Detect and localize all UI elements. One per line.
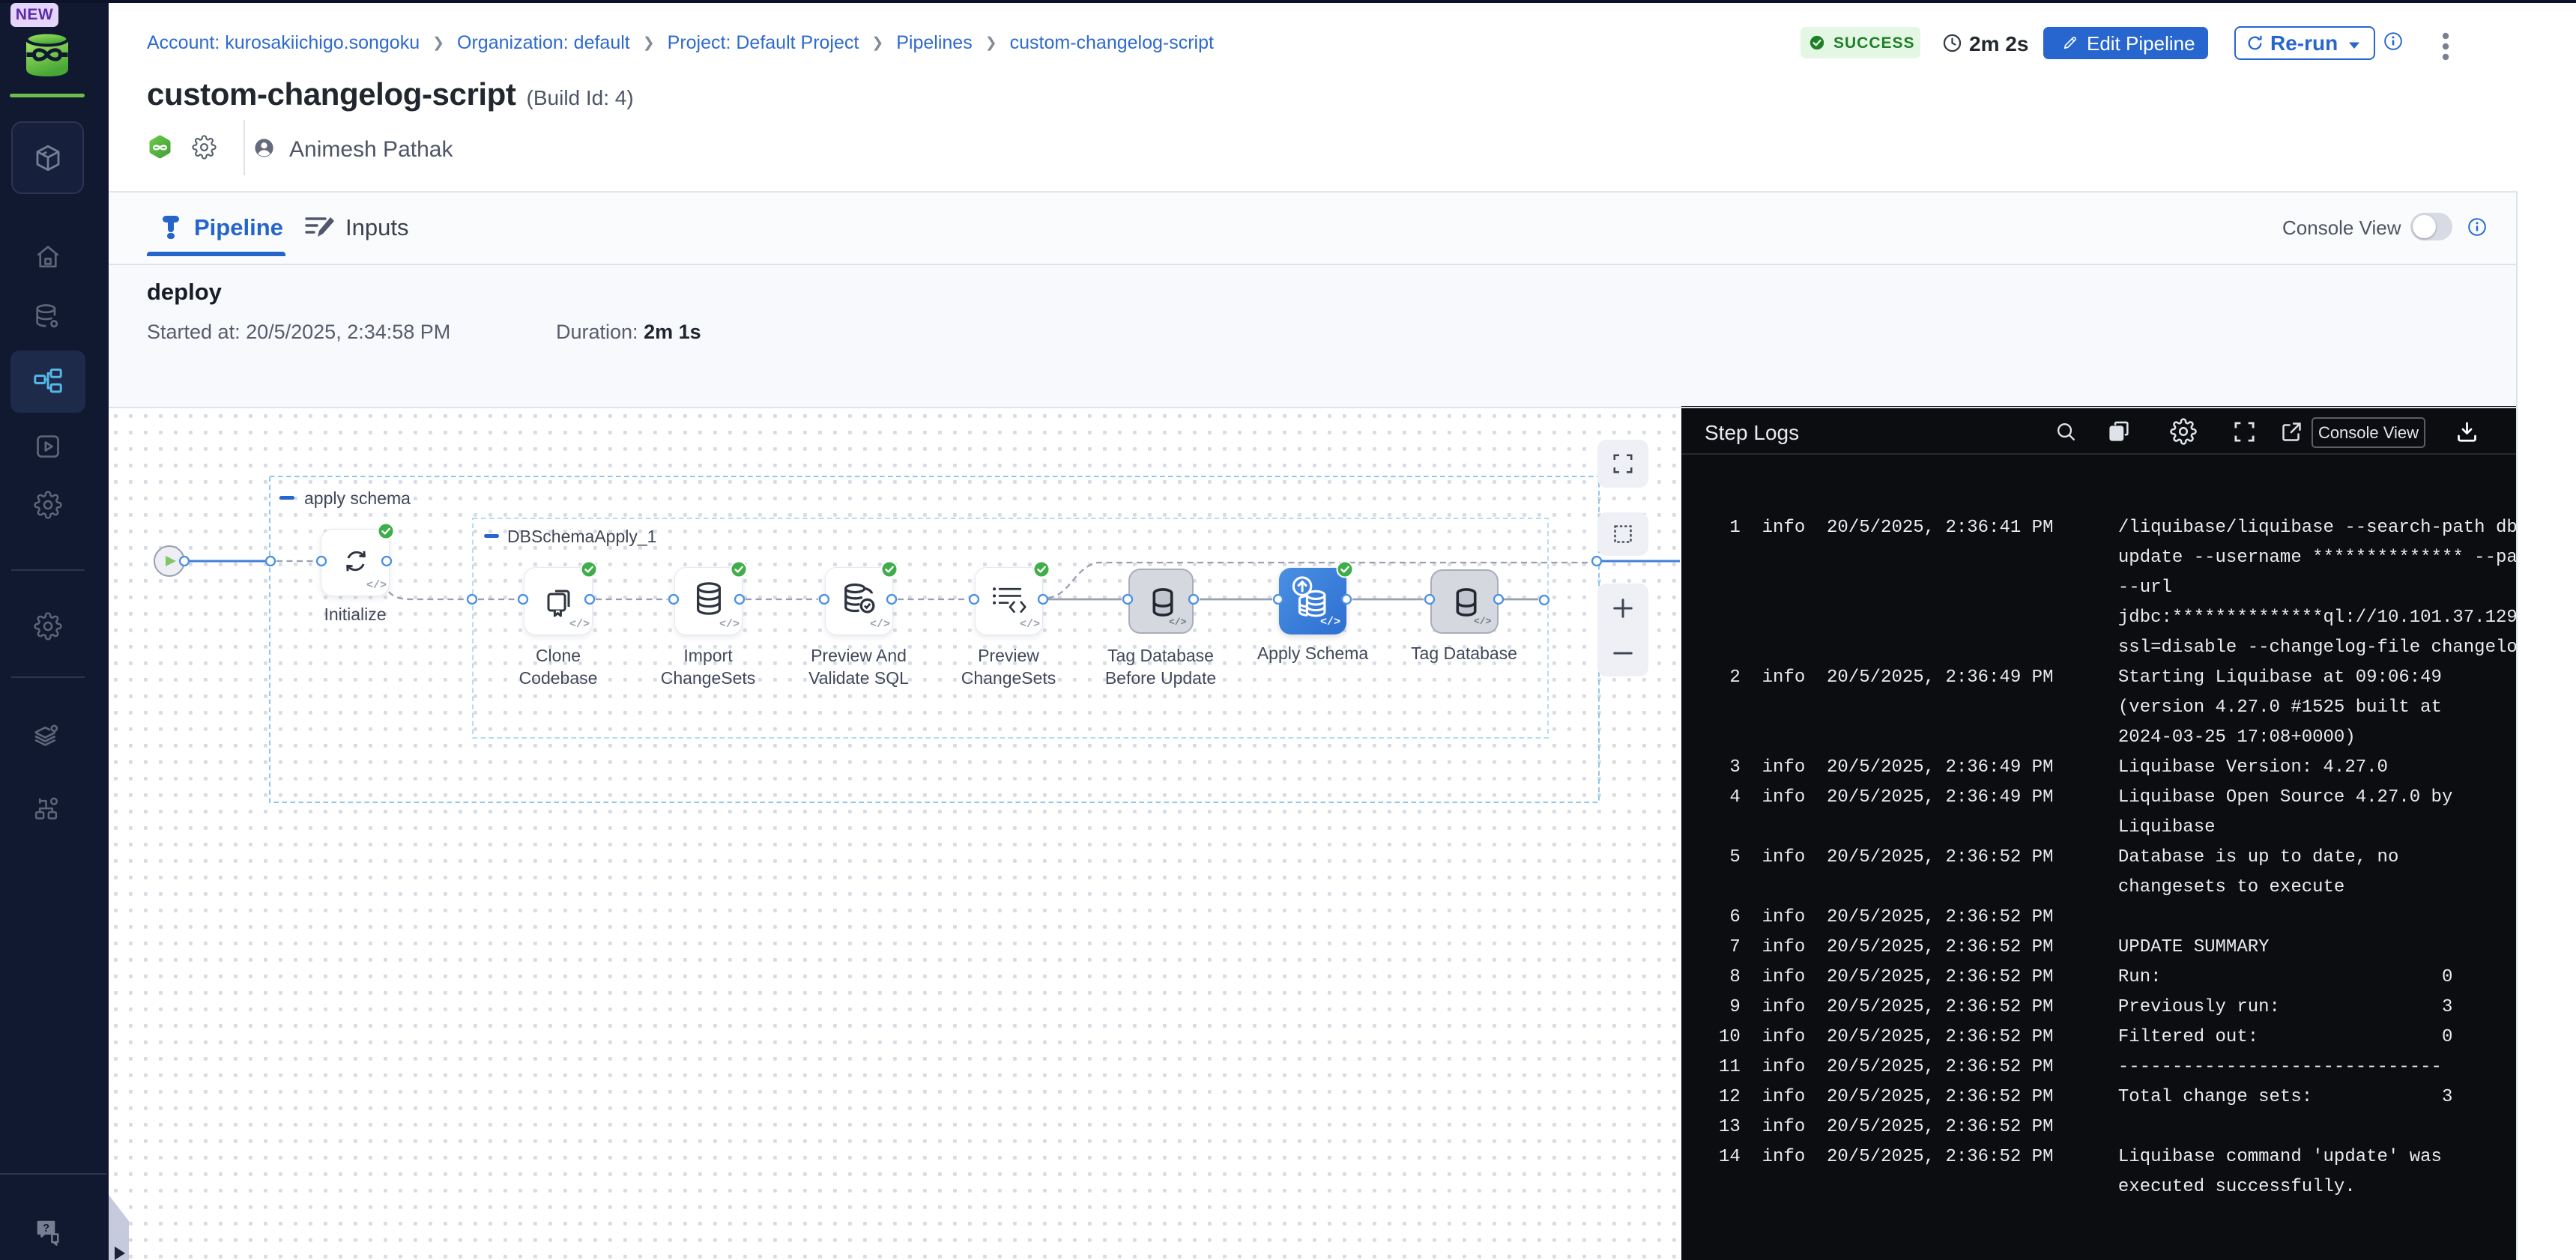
svg-text:?: ? — [43, 1223, 49, 1235]
